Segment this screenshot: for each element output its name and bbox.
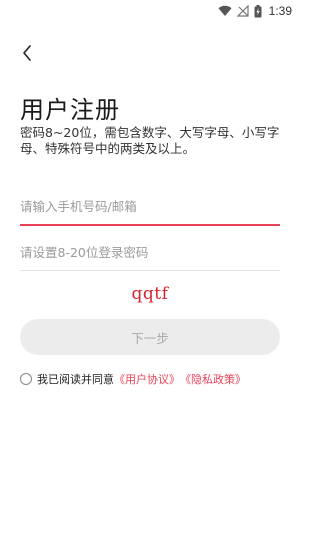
no-signal-icon: [236, 5, 249, 17]
account-underline: [20, 224, 280, 226]
back-button[interactable]: [14, 42, 40, 68]
wifi-icon: [218, 5, 232, 17]
agreement-checkbox[interactable]: [20, 373, 32, 385]
page-title: 用户注册: [20, 96, 120, 124]
status-bar: 1:39: [0, 0, 300, 22]
battery-charging-icon: [254, 4, 262, 18]
password-underline: [20, 270, 280, 271]
password-input[interactable]: [20, 245, 280, 260]
user-agreement-link[interactable]: 《用户协议》: [114, 371, 180, 387]
password-hint: 密码8~20位，需包含数字、大写字母、小写字母、特殊符号中的两类及以上。: [20, 125, 280, 156]
captcha-image[interactable]: qqtf: [0, 284, 300, 304]
agreement-row: 我已阅读并同意 《用户协议》 《隐私政策》: [20, 371, 246, 387]
status-time: 1:39: [268, 4, 292, 18]
privacy-policy-link[interactable]: 《隐私政策》: [180, 371, 246, 387]
password-field: [20, 242, 280, 272]
status-icons: 1:39: [218, 3, 292, 19]
chevron-left-icon: [22, 45, 32, 65]
account-input[interactable]: [20, 199, 280, 214]
next-step-button[interactable]: 下一步: [20, 319, 280, 355]
agreement-text: 我已阅读并同意: [37, 373, 114, 386]
account-field: [20, 196, 280, 226]
